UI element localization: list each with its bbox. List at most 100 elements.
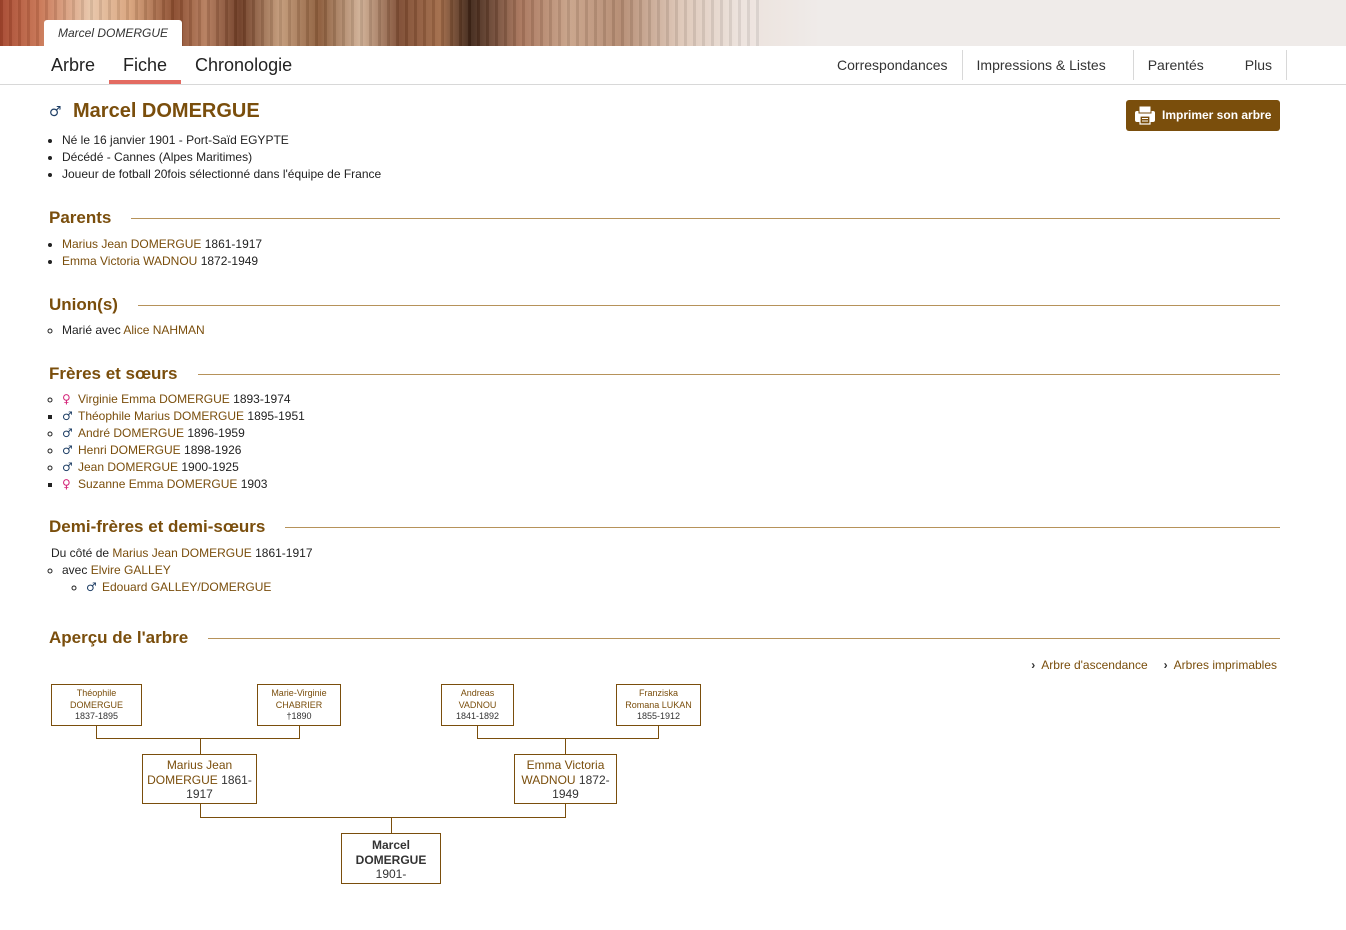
years: 1896-1959: [187, 426, 245, 440]
person-facts: Né le 16 janvier 1901 - Port-Saïd EGYPTE…: [62, 132, 1280, 183]
years: 1861-1917: [204, 237, 263, 251]
sibling-link[interactable]: Virginie Emma DOMERGUE: [78, 392, 230, 406]
fact-birth: Né le 16 janvier 1901 - Port-Saïd EGYPTE: [62, 132, 1280, 149]
divider: [131, 217, 1280, 219]
person-header: ♂ Marcel DOMERGUE Imprimer son arbre: [49, 96, 1280, 132]
tree-section-header: Aperçu de l'arbre: [49, 626, 1280, 650]
siblings-title: Frères et sœurs: [49, 364, 178, 383]
male-icon: ♂: [49, 104, 62, 120]
divider: [208, 637, 1280, 639]
half-parent-link[interactable]: Marius Jean DOMERGUE: [112, 546, 251, 560]
years: 1900-1925: [181, 460, 239, 474]
years: 1903: [240, 477, 268, 491]
sibling-link[interactable]: Théophile Marius DOMERGUE: [78, 409, 244, 423]
sibling-link[interactable]: Henri DOMERGUE: [78, 443, 181, 457]
tree-node-parent[interactable]: Marius Jean DOMERGUE 1861- 1917: [142, 754, 257, 804]
menu-correspondances[interactable]: Correspondances: [823, 50, 963, 80]
female-icon: ♀: [62, 392, 71, 406]
spouse-link[interactable]: Alice NAHMAN: [123, 323, 204, 337]
node-last-name: WADNOU: [521, 772, 576, 787]
list-item: Marius Jean DOMERGUE 1861-1917: [62, 236, 1280, 253]
node-years: 1837-1895: [74, 711, 119, 721]
siblings-section-header: Frères et sœurs: [49, 362, 1280, 386]
node-years: 1855-1912: [636, 711, 681, 721]
list-item: ♀ Suzanne Emma DOMERGUE 1903: [62, 476, 1280, 493]
tree-connector: [565, 739, 566, 754]
tree-node-grandparent[interactable]: Andreas VADNOU 1841-1892: [441, 684, 514, 726]
chevron-right-icon: ›: [1163, 658, 1168, 672]
node-first-name: Franziska: [638, 688, 678, 698]
list-item: ♂ Edouard GALLEY/DOMERGUE: [86, 579, 1280, 596]
years: 1898-1926: [184, 443, 242, 457]
tree-node-root[interactable]: Marcel DOMERGUE 1901-: [341, 833, 441, 884]
fact-note: Joueur de fotball 20fois sélectionné dan…: [62, 166, 1280, 183]
node-years: 1917: [186, 787, 213, 801]
half-children-list: ♂ Edouard GALLEY/DOMERGUE: [86, 579, 1280, 596]
union-prefix: Marié avec: [62, 323, 121, 337]
node-first-name: Marius Jean: [166, 758, 233, 772]
menu-parentes[interactable]: Parentés: [1134, 50, 1231, 80]
node-years: 1901-: [375, 867, 407, 881]
tree-connector: [299, 725, 300, 739]
parent-link[interactable]: Emma Victoria WADNOU: [62, 254, 197, 268]
tree-node-parent[interactable]: Emma Victoria WADNOU 1872- 1949: [514, 754, 617, 804]
tree-node-grandparent[interactable]: Marie-Virginie CHABRIER †1890: [257, 684, 341, 726]
person-tab[interactable]: Marcel DOMERGUE: [44, 20, 182, 46]
parent-link[interactable]: Marius Jean DOMERGUE: [62, 237, 201, 251]
ascendance-tree-link[interactable]: › Arbre d'ascendance: [1031, 658, 1147, 672]
years: 1895-1951: [247, 409, 305, 423]
main-nav: Arbre Fiche Chronologie Correspondances …: [0, 46, 1346, 85]
unions-section-header: Union(s): [49, 293, 1280, 317]
siblings-list: ♀ Virginie Emma DOMERGUE 1893-1974 ♂ Théop…: [62, 391, 1280, 493]
years: 1893-1974: [233, 392, 291, 406]
tree-connector: [391, 818, 392, 833]
node-last-name: DOMERGUE: [147, 772, 218, 787]
list-item: Marié avec Alice NAHMAN: [62, 322, 1280, 339]
tab-chronologie[interactable]: Chronologie: [181, 46, 306, 84]
list-item: ♂ Henri DOMERGUE 1898-1926: [62, 442, 1280, 459]
tab-arbre[interactable]: Arbre: [37, 46, 109, 84]
list-item: ♂ Jean DOMERGUE 1900-1925: [62, 459, 1280, 476]
sibling-link[interactable]: Suzanne Emma DOMERGUE: [78, 477, 237, 491]
header-banner: [0, 0, 1346, 46]
tree-connector: [200, 817, 566, 818]
tree-node-grandparent[interactable]: Théophile DOMERGUE 1837-1895: [51, 684, 142, 726]
node-years: 1861-: [221, 772, 252, 787]
half-siblings-title: Demi-frères et demi-sœurs: [49, 517, 266, 536]
menu-impressions-listes[interactable]: Impressions & Listes: [963, 50, 1134, 80]
tab-fiche[interactable]: Fiche: [109, 46, 182, 84]
tree-connector: [565, 803, 566, 817]
print-tree-button[interactable]: Imprimer son arbre: [1126, 100, 1280, 131]
tree-title: Aperçu de l'arbre: [49, 628, 189, 647]
node-last-name: DOMERGUE: [355, 852, 427, 867]
tree-connector: [658, 725, 659, 739]
unions-list: Marié avec Alice NAHMAN: [62, 322, 1280, 339]
half-siblings-section-header: Demi-frères et demi-sœurs: [49, 515, 1280, 539]
node-first-name: Andreas: [460, 688, 495, 698]
half-sibling-link[interactable]: Edouard GALLEY/DOMERGUE: [102, 580, 271, 594]
node-first-name: Marcel: [371, 838, 411, 852]
half-siblings-intro: Du côté de Marius Jean DOMERGUE 1861-191…: [51, 545, 1280, 562]
parents-title: Parents: [49, 208, 112, 227]
fact-death: Décédé - Cannes (Alpes Maritimes): [62, 149, 1280, 166]
partner-link[interactable]: Elvire GALLEY: [91, 563, 171, 577]
tree-connector: [96, 725, 97, 739]
page-title: Marcel DOMERGUE: [73, 100, 260, 122]
node-last-name: CHABRIER: [275, 699, 323, 710]
years: 1872-1949: [200, 254, 259, 268]
tree-connector: [200, 739, 201, 754]
sibling-link[interactable]: André DOMERGUE: [78, 426, 184, 440]
male-icon: ♂: [62, 460, 73, 474]
printable-trees-link[interactable]: › Arbres imprimables: [1164, 658, 1277, 672]
tree-connector: [96, 738, 300, 739]
sibling-link[interactable]: Jean DOMERGUE: [78, 460, 178, 474]
menu-plus[interactable]: Plus: [1231, 50, 1287, 80]
node-years: 1949: [552, 787, 579, 801]
list-item: ♂ Théophile Marius DOMERGUE 1895-1951: [62, 408, 1280, 425]
person-sheet: ♂ Marcel DOMERGUE Imprimer son arbre Né …: [49, 96, 1280, 596]
with-prefix: avec: [62, 563, 88, 577]
male-icon: ♂: [86, 580, 97, 594]
list-item: ♀ Virginie Emma DOMERGUE 1893-1974: [62, 391, 1280, 408]
tree-node-grandparent[interactable]: Franziska Romana LUKAN 1855-1912: [616, 684, 701, 726]
parents-section-header: Parents: [49, 206, 1280, 230]
